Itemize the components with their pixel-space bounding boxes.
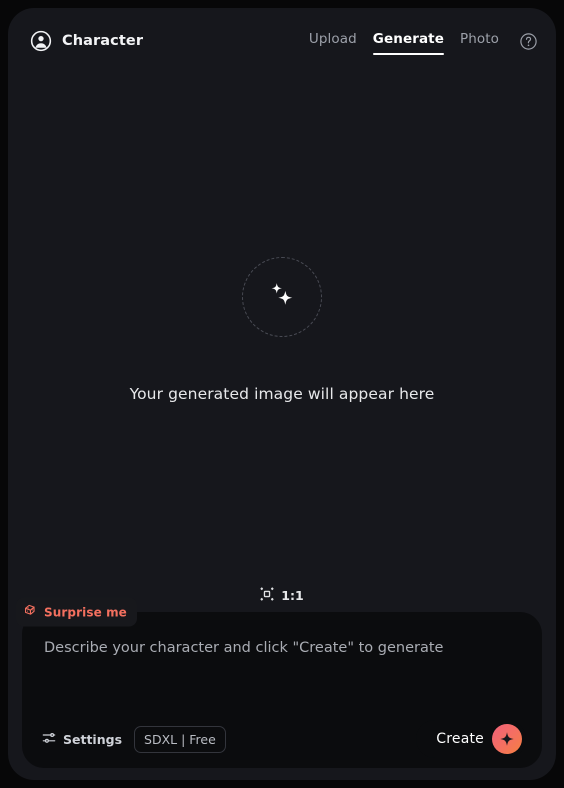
brand-label: Character — [62, 33, 144, 49]
create-button[interactable]: Create — [414, 718, 528, 760]
crop-frame-icon — [260, 586, 274, 605]
generation-canvas: Your generated image will appear here — [8, 74, 556, 594]
main-nav: Upload Generate Photo — [309, 31, 538, 55]
tab-generate[interactable]: Generate — [372, 31, 445, 55]
placeholder-text: Your generated image will appear here — [129, 385, 435, 403]
prompt-footer: Settings SDXL | Free Create — [22, 710, 542, 768]
model-selector[interactable]: SDXL | Free — [134, 725, 226, 753]
main-panel: Character Upload Generate Photo Your gen… — [8, 8, 556, 780]
settings-label: Settings — [63, 731, 123, 747]
prompt-card: Settings SDXL | Free Create — [22, 612, 542, 768]
app-header: Character Upload Generate Photo — [8, 8, 556, 74]
tab-upload[interactable]: Upload — [309, 31, 357, 52]
aspect-ratio-label: 1:1 — [281, 588, 304, 603]
surprise-me-label: Surprise me — [44, 605, 127, 619]
app-root: Character Upload Generate Photo Your gen… — [0, 0, 564, 788]
tab-photo[interactable]: Photo — [460, 31, 499, 52]
sparkle-star-icon — [492, 724, 522, 754]
settings-button[interactable]: Settings — [42, 730, 122, 749]
surprise-me-button[interactable]: Surprise me — [16, 597, 137, 627]
user-circle-icon — [30, 30, 52, 52]
prompt-input[interactable] — [44, 638, 520, 704]
brand: Character — [30, 30, 143, 52]
placeholder-ring — [242, 257, 322, 337]
sliders-icon — [42, 730, 56, 749]
sparkles-icon — [261, 274, 303, 320]
question-circle-icon[interactable] — [519, 32, 538, 51]
dice-icon — [24, 603, 38, 622]
create-button-label: Create — [436, 731, 484, 747]
